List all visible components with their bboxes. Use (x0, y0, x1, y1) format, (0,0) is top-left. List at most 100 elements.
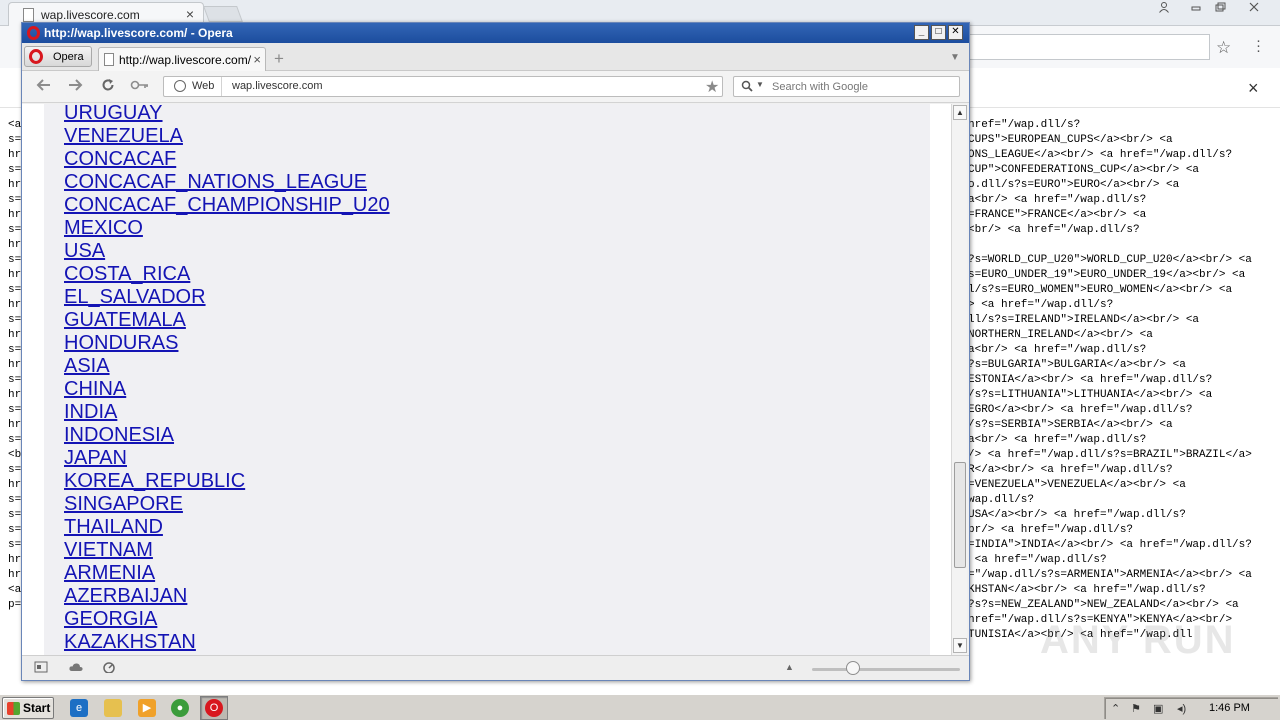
bookmark-star-icon[interactable]: ★ (705, 77, 719, 97)
search-input[interactable]: ▼ Search with Google (733, 76, 960, 97)
country-link[interactable]: CONCACAF (64, 148, 390, 171)
opera-titlebar: http://wap.livescore.com/ - Opera _ □ ✕ (22, 23, 969, 43)
close-window-icon[interactable]: ✕ (948, 25, 963, 40)
opera-logo-icon (29, 49, 43, 64)
country-link[interactable]: CONCACAF_NATIONS_LEAGUE (64, 171, 390, 194)
country-link[interactable]: VIETNAM (64, 539, 390, 562)
close-window-icon[interactable] (1242, 1, 1266, 17)
close-icon[interactable]: × (1248, 78, 1259, 99)
address-bar[interactable]: Web wap.livescore.com ★ (163, 76, 723, 97)
country-link[interactable]: GEORGIA (64, 608, 390, 631)
country-link[interactable]: KAZAKHSTAN (64, 631, 390, 654)
tab-menu-chevron-icon[interactable]: ▼ (950, 52, 960, 63)
page-icon (104, 53, 114, 66)
new-tab-button[interactable] (203, 6, 243, 22)
zoom-slider[interactable] (812, 668, 960, 671)
address-url[interactable]: wap.livescore.com (232, 80, 322, 92)
zoom-menu-icon[interactable]: ▲ (785, 662, 794, 672)
country-link[interactable]: URUGUAY (64, 104, 390, 125)
media-player-icon[interactable]: ▶ (138, 699, 156, 717)
opera-status-bar: ▲ (22, 655, 969, 680)
folder-icon[interactable] (104, 699, 122, 717)
opera-tab-bar: Opera http://wap.livescore.com/ × + ▼ (22, 43, 969, 71)
country-link[interactable]: KOREA_REPUBLIC (64, 470, 390, 493)
minimize-icon[interactable] (1184, 1, 1208, 17)
forward-arrow-icon[interactable] (67, 78, 83, 96)
internet-explorer-icon[interactable]: e (70, 699, 88, 717)
country-link[interactable]: INDONESIA (64, 424, 390, 447)
opera-unite-cloud-icon[interactable] (68, 661, 83, 673)
country-link[interactable]: HONDURAS (64, 332, 390, 355)
chrome-menu-icon[interactable]: · · · (1256, 33, 1261, 58)
search-icon[interactable] (741, 80, 753, 95)
country-link[interactable]: THAILAND (64, 516, 390, 539)
country-link[interactable]: USA (64, 240, 390, 263)
globe-icon (174, 80, 186, 92)
country-link[interactable]: SINGAPORE (64, 493, 390, 516)
zoom-slider-knob[interactable] (846, 661, 860, 675)
country-link[interactable]: GUATEMALA (64, 309, 390, 332)
taskbar-opera-button[interactable]: O (200, 696, 228, 720)
country-link[interactable]: INDIA (64, 401, 390, 424)
user-icon[interactable] (1152, 1, 1176, 17)
scroll-down-arrow-icon[interactable]: ▼ (953, 638, 967, 653)
opera-menu-button[interactable]: Opera (24, 46, 92, 67)
close-icon[interactable]: × (186, 6, 194, 22)
chrome-tab-title: wap.livescore.com (41, 8, 140, 22)
restore-icon[interactable] (1208, 1, 1232, 17)
action-center-flag-icon[interactable]: ⚑ (1131, 702, 1145, 716)
close-icon[interactable]: × (253, 52, 261, 67)
source-line: =VENEZUELA">VENEZUELA</a><br/> <a (968, 479, 1186, 491)
source-line: a<br/> <a href="/wap.dll/s? (968, 434, 1147, 446)
watermark: ANY RUN (1040, 618, 1236, 662)
panel-toggle-icon[interactable] (34, 661, 48, 673)
country-link[interactable]: VENEZUELA (64, 125, 390, 148)
opera-window: http://wap.livescore.com/ - Opera _ □ ✕ … (21, 22, 970, 681)
country-link[interactable]: JAPAN (64, 447, 390, 470)
country-link[interactable]: MEXICO (64, 217, 390, 240)
source-right-column: href="/wap.dll/s? CUPS">EUROPEAN_CUPS</a>… (968, 118, 1278, 643)
country-link[interactable]: AZERBAIJAN (64, 585, 390, 608)
source-line: /> <a href="/wap.dll/s?s=BRAZIL">BRAZIL<… (968, 449, 1252, 461)
start-button[interactable]: Start (2, 697, 54, 719)
opera-tab[interactable]: http://wap.livescore.com/ × (98, 47, 266, 71)
country-link[interactable]: CHINA (64, 378, 390, 401)
clock[interactable]: 1:46 PM (1209, 702, 1250, 714)
back-arrow-icon[interactable] (36, 78, 52, 96)
scrollbar-thumb[interactable] (954, 462, 966, 569)
country-link[interactable]: COSTA_RICA (64, 263, 390, 286)
new-tab-button[interactable]: + (274, 49, 284, 69)
source-line: br/> <a href="/wap.dll/s? (968, 524, 1134, 536)
window-title: http://wap.livescore.com/ - Opera (44, 26, 233, 40)
country-link[interactable]: ARMENIA (64, 562, 390, 585)
system-tray: ⌃ ⚑ ▣ ◂) 1:46 PM (1104, 697, 1278, 719)
taskbar: Start e ▶ ● O ⌃ ⚑ ▣ ◂) 1:46 PM (0, 694, 1280, 720)
chrome-icon[interactable]: ● (171, 699, 189, 717)
source-line: ONS_LEAGUE</a><br/> <a href="/wap.dll/s? (968, 149, 1233, 161)
country-link-list: URUGUAY VENEZUELA CONCACAF CONCACAF_NATIONS… (64, 104, 390, 654)
volume-icon[interactable]: ◂) (1177, 702, 1191, 716)
source-line: CUP">CONFEDERATIONS_CUP</a><br/> <a (968, 164, 1200, 176)
source-line: NORTHERN_IRELAND</a><br/> <a (968, 329, 1153, 341)
country-link[interactable]: CONCACAF_CHAMPIONSHIP_U20 (64, 194, 390, 217)
opera-tab-title: http://wap.livescore.com/ (119, 53, 252, 67)
country-link[interactable]: ASIA (64, 355, 390, 378)
country-link[interactable]: EL_SALVADOR (64, 286, 390, 309)
address-web-badge[interactable]: Web (164, 77, 222, 96)
chrome-omnibox[interactable] (960, 34, 1210, 60)
source-line: ?s=BULGARIA">BULGARIA</a><br/> <a (968, 359, 1186, 371)
chevron-down-icon[interactable]: ▼ (756, 80, 764, 89)
reload-icon[interactable] (101, 78, 115, 96)
minimize-icon[interactable]: _ (914, 25, 929, 40)
scroll-up-arrow-icon[interactable]: ▲ (953, 105, 967, 120)
key-icon[interactable] (130, 78, 150, 96)
opera-navigation-bar: Web wap.livescore.com ★ ▼ Search with Go… (22, 71, 969, 103)
bookmark-star-icon[interactable]: ☆ (1216, 38, 1231, 58)
opera-logo-icon (27, 26, 40, 40)
maximize-icon[interactable]: □ (931, 25, 946, 40)
vertical-scrollbar[interactable]: ▲ ▼ (951, 104, 967, 655)
source-line: a<br/> <a href="/wap.dll/s? (968, 194, 1147, 206)
chevron-up-icon[interactable]: ⌃ (1111, 702, 1125, 716)
speedometer-icon[interactable] (102, 661, 116, 674)
network-icon[interactable]: ▣ (1153, 702, 1167, 716)
